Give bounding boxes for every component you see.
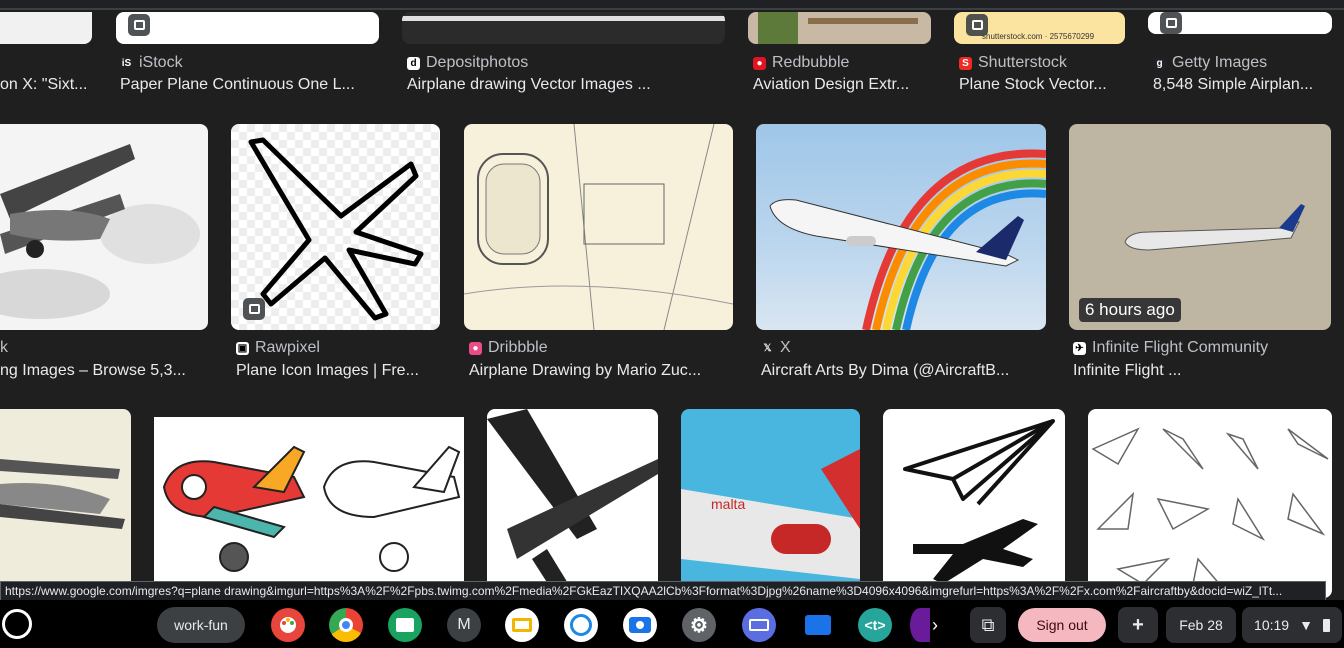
result-title[interactable]: ng Images – Browse 5,3... [0,362,208,380]
image-type-icon [128,14,150,36]
result-thumb-cockpit-drawing[interactable] [464,124,733,330]
result-title[interactable]: Infinite Flight ... [1073,362,1333,380]
x-favicon-icon: 𝕏 [763,342,772,354]
spitfire-silhouette-image [487,409,658,598]
wifi-icon: ▼ [1299,617,1313,633]
palette-app-icon[interactable] [271,608,305,642]
status-tray[interactable]: 10:19 ▼ [1242,607,1342,643]
result-thumb[interactable]: shutterstock.com · 2575670299 [954,12,1125,44]
result-thumb-biplane-pencil[interactable] [0,409,131,598]
chrome-icon[interactable] [329,608,363,642]
chromeos-shelf: work-fun M ⚙ <t> › ⧉ Sign out + Feb 28 1… [0,600,1344,648]
result-title[interactable]: 8,548 Simple Airplan... [1153,76,1333,94]
shutterstock-caption: shutterstock.com · 2575670299 [982,32,1095,41]
getty-favicon-icon: g [1153,56,1166,70]
result-source[interactable]: ✈ Infinite Flight Community [1073,339,1268,357]
globe-app-icon[interactable] [564,608,598,642]
rainbow-jet-image [769,149,1046,330]
result-title[interactable]: Paper Plane Continuous One L... [120,76,380,94]
result-title[interactable]: Plane Stock Vector... [959,76,1127,94]
classroom-icon[interactable] [388,608,422,642]
result-thumb[interactable] [116,12,379,44]
settings-gear-icon[interactable]: ⚙ [682,608,716,642]
malta-jet-image: malta [681,449,860,579]
paper-plane-image [903,419,1055,584]
result-title[interactable]: Aircraft Arts By Dima (@AircraftB... [761,362,1046,380]
camera-icon[interactable] [623,608,657,642]
battery-icon [1322,618,1330,632]
result-source[interactable]: ● Dribbble [469,339,548,357]
desk-button[interactable]: work-fun [157,607,245,643]
image-type-icon [1160,12,1182,34]
text-app-icon[interactable]: <t> [858,608,892,642]
svg-text:malta: malta [711,496,745,512]
result-source[interactable]: k [0,339,8,357]
shutterstock-favicon-icon: S [959,56,972,70]
result-thumb-biplane-sketch[interactable] [0,124,208,330]
cartoon-planes-image [162,445,461,572]
redbubble-favicon-icon: ● [753,56,766,70]
result-thumb[interactable] [0,12,92,44]
depositphotos-favicon-icon: d [407,56,420,70]
image-type-icon [243,298,265,320]
time-badge: 6 hours ago [1079,298,1181,322]
biplane-sketch-image [0,144,200,319]
result-thumb-plane-icon[interactable] [231,124,440,330]
result-thumb-rainbow-jet[interactable] [756,124,1046,330]
result-thumb-cartoon-planes[interactable] [154,417,464,598]
result-source[interactable]: ● Redbubble [753,54,849,72]
result-source[interactable]: ▣ Rawpixel [236,339,320,357]
sign-out-button[interactable]: Sign out [1018,608,1106,642]
link-status-url: https://www.google.com/imgres?q=plane dr… [0,581,1326,601]
date-tray[interactable]: Feb 28 [1166,607,1236,643]
cockpit-drawing-image [464,124,733,330]
shelf-overflow-chevron-icon[interactable]: › [932,608,948,642]
result-thumb-malta-jet[interactable]: malta [681,409,860,598]
result-title[interactable]: Plane Icon Images | Fre... [236,362,441,380]
dribbble-favicon-icon: ● [469,341,482,355]
result-thumb[interactable] [1148,12,1332,34]
result-title[interactable]: Airplane drawing Vector Images ... [407,76,727,94]
tote-icon[interactable]: ⧉ [970,607,1006,643]
paper-plane-pattern-image [1091,427,1329,596]
partial-app-icon[interactable] [910,608,930,642]
result-title[interactable]: Airplane Drawing by Mario Zuc... [469,362,734,380]
result-source[interactable]: 𝕏 X [761,339,790,357]
clock-time: 10:19 [1254,617,1290,633]
result-thumb[interactable] [748,12,931,44]
browser-top-edge [0,0,1344,10]
istock-favicon-icon: iS [120,56,133,70]
result-thumb-spitfire[interactable] [487,409,658,598]
gmail-m-icon[interactable]: M [447,608,481,642]
result-thumb-united-jet[interactable]: 6 hours ago [1069,124,1331,330]
result-thumb[interactable] [402,12,725,44]
result-source[interactable]: iS iStock [120,54,183,72]
launcher-button[interactable] [2,609,32,639]
keyboard-app-icon[interactable] [742,608,776,642]
files-icon[interactable] [801,608,835,642]
add-icon[interactable]: + [1118,607,1158,643]
image-results-grid: shutterstock.com · 2575670299 on X: "Six… [0,12,1344,598]
infinite-flight-favicon-icon: ✈ [1073,341,1086,355]
result-source[interactable]: S Shutterstock [959,54,1067,72]
slides-icon[interactable] [505,608,539,642]
result-title[interactable]: on X: "Sixt... [0,76,92,94]
result-thumb-paper-plane-pattern[interactable] [1088,409,1332,598]
result-title[interactable]: Aviation Design Extr... [753,76,933,94]
result-source[interactable]: g Getty Images [1153,54,1267,72]
result-source[interactable]: d Depositphotos [407,54,528,72]
result-thumb-paper-plane[interactable] [883,409,1065,598]
rawpixel-favicon-icon: ▣ [236,341,249,355]
biplane-pencil-image [0,459,125,529]
